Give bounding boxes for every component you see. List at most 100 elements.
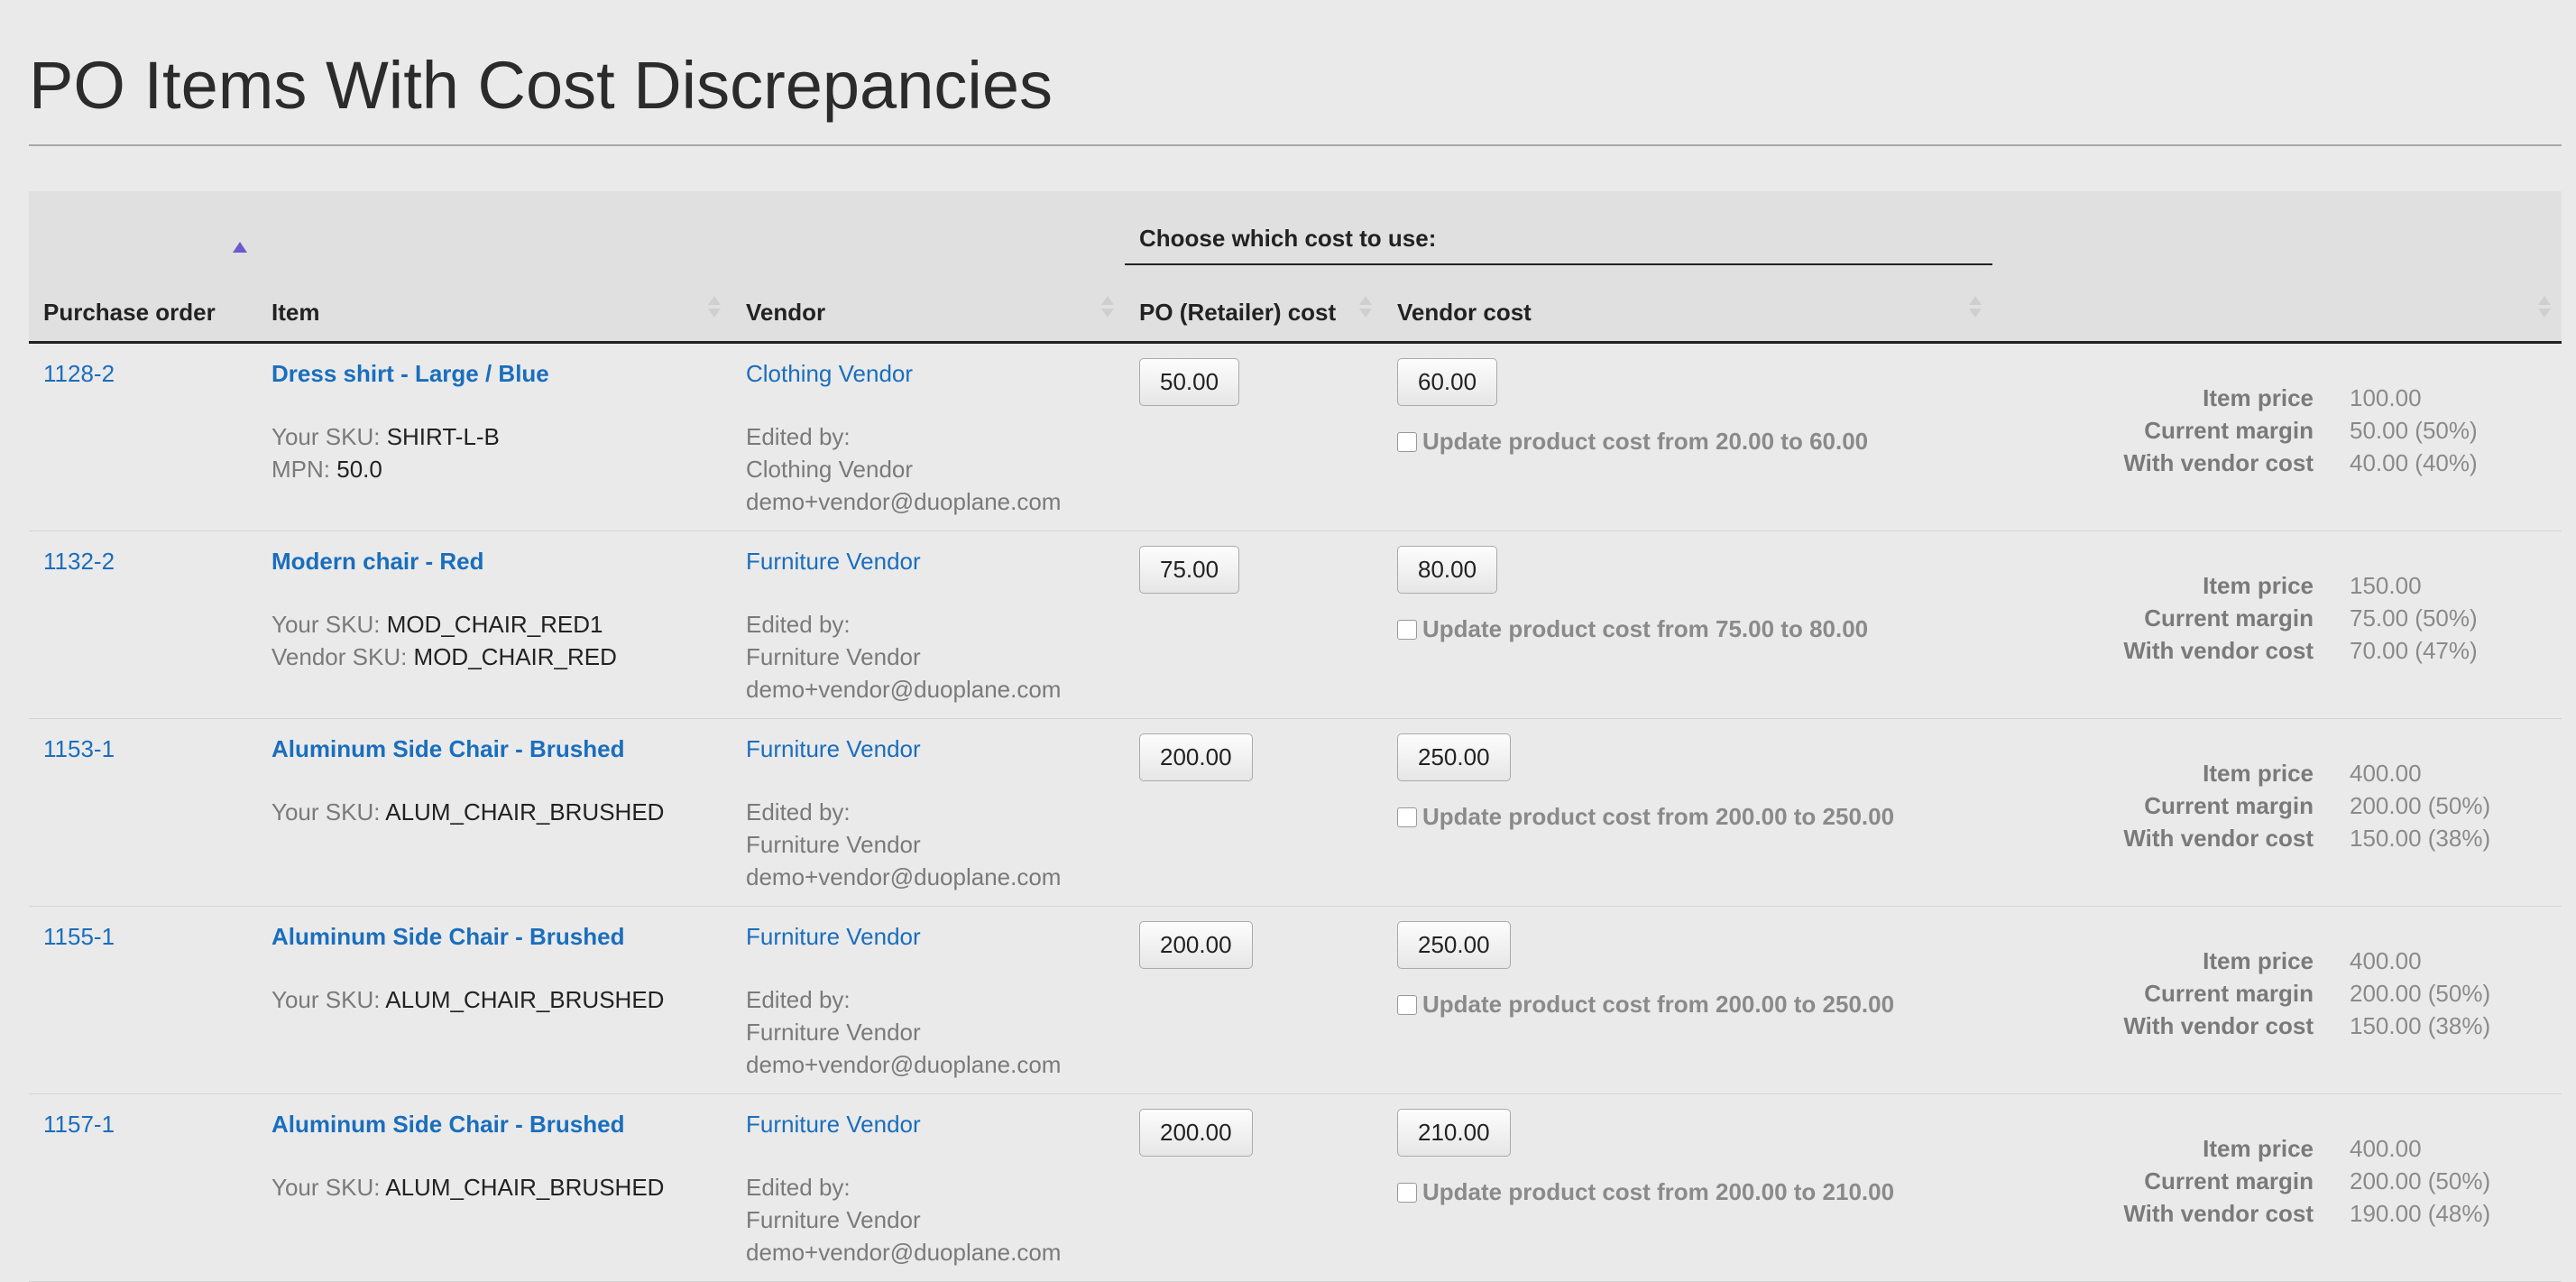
vendor-link[interactable]: Clothing Vendor [746, 360, 913, 387]
edited-by-email: demo+vendor@duoplane.com [746, 676, 1062, 703]
po-cell: 1155-1 [29, 906, 257, 1094]
current-margin-label: Current margin [2144, 417, 2314, 444]
your-sku-line: Your SKU: ALUM_CHAIR_BRUSHED [271, 1171, 717, 1204]
current-margin-label: Current margin [2144, 792, 2314, 819]
po-cell: 1153-1 [29, 718, 257, 907]
vendor-cell: Furniture Vendor Edited by: Furniture Ve… [731, 906, 1125, 1094]
item-link[interactable]: Aluminum Side Chair - Brushed [271, 923, 625, 950]
edited-by-label: Edited by: [746, 611, 851, 638]
po-link[interactable]: 1153-1 [43, 735, 115, 762]
po-link[interactable]: 1128-2 [43, 360, 115, 387]
vendor-cost-button[interactable]: 210.00 [1397, 1109, 1511, 1157]
item-price-value: 400.00 [2350, 947, 2422, 974]
summary-cell: Item price 100.00 Current margin 50.00 (… [1992, 342, 2562, 531]
extra-value: 50.0 [336, 456, 382, 483]
sort-icon [1101, 296, 1114, 321]
with-vendor-cost-value: 190.00 (48%) [2350, 1200, 2491, 1227]
po-cost-button[interactable]: 200.00 [1139, 733, 1253, 781]
update-cost-checkbox[interactable] [1397, 619, 1417, 640]
with-vendor-cost-value: 70.00 (47%) [2350, 637, 2478, 664]
item-link[interactable]: Aluminum Side Chair - Brushed [271, 735, 625, 762]
choose-cost-header: Choose which cost to use: [1125, 191, 1992, 265]
your-sku-label: Your SKU: [271, 986, 381, 1013]
item-meta: Your SKU: MOD_CHAIR_RED1 Vendor SKU: MOD… [271, 608, 717, 673]
sort-icon [2538, 296, 2551, 321]
your-sku-line: Your SKU: SHIRT-L-B [271, 420, 717, 453]
update-cost-checkbox[interactable] [1397, 994, 1417, 1015]
col-vendor-cost[interactable]: Vendor cost [1383, 264, 1992, 344]
po-cost-button[interactable]: 200.00 [1139, 1109, 1253, 1157]
update-cost-checkbox[interactable] [1397, 1182, 1417, 1203]
update-cost-option[interactable]: Update product cost from 20.00 to 60.00 [1397, 428, 1978, 456]
edited-by-email: demo+vendor@duoplane.com [746, 863, 1062, 890]
header-columns-row: Purchase order Item Vendor PO (Retailer)… [29, 264, 2562, 344]
po-cost-button[interactable]: 50.00 [1139, 358, 1240, 406]
update-cost-label: Update product cost from 20.00 to 60.00 [1422, 428, 1869, 455]
po-cell: 1157-1 [29, 1093, 257, 1282]
vendor-link[interactable]: Furniture Vendor [746, 548, 921, 575]
vendor-link[interactable]: Furniture Vendor [746, 923, 921, 950]
edited-by: Edited by: Clothing Vendor demo+vendor@d… [746, 420, 1110, 518]
vendor-link[interactable]: Furniture Vendor [746, 1111, 921, 1138]
item-price-label: Item price [2203, 572, 2314, 599]
po-link[interactable]: 1132-2 [43, 548, 115, 575]
po-link[interactable]: 1155-1 [43, 923, 115, 950]
update-cost-label: Update product cost from 200.00 to 250.0… [1422, 803, 1895, 830]
update-cost-checkbox[interactable] [1397, 431, 1417, 452]
update-cost-label: Update product cost from 200.00 to 210.0… [1422, 1178, 1895, 1205]
item-link[interactable]: Dress shirt - Large / Blue [271, 360, 549, 387]
col-vendor-cost-label: Vendor cost [1397, 299, 1532, 326]
your-sku-line: Your SKU: MOD_CHAIR_RED1 [271, 608, 717, 641]
your-sku-value: ALUM_CHAIR_BRUSHED [385, 1174, 665, 1201]
with-vendor-cost-label: With vendor cost [2123, 637, 2314, 664]
item-price-value: 400.00 [2350, 1135, 2422, 1162]
current-margin-value: 75.00 (50%) [2350, 604, 2478, 632]
vendor-cell: Furniture Vendor Edited by: Furniture Ve… [731, 718, 1125, 907]
your-sku-label: Your SKU: [271, 611, 381, 638]
edited-by-email: demo+vendor@duoplane.com [746, 1239, 1062, 1266]
extra-line: Vendor SKU: MOD_CHAIR_RED [271, 641, 717, 673]
po-cost-button[interactable]: 200.00 [1139, 921, 1253, 969]
col-po-cost[interactable]: PO (Retailer) cost [1125, 264, 1383, 344]
vendor-cost-button[interactable]: 250.00 [1397, 733, 1511, 781]
item-link[interactable]: Modern chair - Red [271, 548, 483, 575]
price-summary: Item price 400.00 Current margin 200.00 … [2007, 945, 2547, 1042]
item-meta: Your SKU: ALUM_CHAIR_BRUSHED [271, 1171, 717, 1204]
edited-by: Edited by: Furniture Vendor demo+vendor@… [746, 1171, 1110, 1268]
vendor-cost-button[interactable]: 80.00 [1397, 546, 1498, 594]
price-summary: Item price 400.00 Current margin 200.00 … [2007, 757, 2547, 854]
update-cost-option[interactable]: Update product cost from 200.00 to 250.0… [1397, 991, 1978, 1019]
update-cost-option[interactable]: Update product cost from 75.00 to 80.00 [1397, 615, 1978, 643]
header-spacer [257, 191, 731, 264]
your-sku-value: SHIRT-L-B [386, 423, 500, 450]
item-link[interactable]: Aluminum Side Chair - Brushed [271, 1111, 625, 1138]
edited-by-name: Furniture Vendor [746, 1019, 921, 1046]
col-item[interactable]: Item [257, 264, 731, 344]
col-vendor[interactable]: Vendor [731, 264, 1125, 344]
po-cost-cell: 200.00 [1125, 718, 1383, 907]
item-cell: Aluminum Side Chair - Brushed Your SKU: … [257, 906, 731, 1094]
update-cost-option[interactable]: Update product cost from 200.00 to 210.0… [1397, 1178, 1978, 1206]
update-cost-option[interactable]: Update product cost from 200.00 to 250.0… [1397, 803, 1978, 831]
edited-by-name: Clothing Vendor [746, 456, 914, 483]
po-cost-button[interactable]: 75.00 [1139, 546, 1240, 594]
update-cost-checkbox[interactable] [1397, 807, 1417, 827]
col-summary[interactable] [1992, 264, 2562, 344]
with-vendor-cost-label: With vendor cost [2123, 449, 2314, 476]
vendor-cost-cell: 250.00 Update product cost from 200.00 t… [1383, 718, 1992, 907]
extra-label: MPN: [271, 456, 330, 483]
vendor-cost-button[interactable]: 250.00 [1397, 921, 1511, 969]
item-meta: Your SKU: ALUM_CHAIR_BRUSHED [271, 983, 717, 1016]
table-row: 1157-1 Aluminum Side Chair - Brushed You… [29, 1093, 2562, 1282]
table-row: 1155-1 Aluminum Side Chair - Brushed You… [29, 906, 2562, 1094]
page-title: PO Items With Cost Discrepancies [29, 0, 2562, 146]
edited-by-name: Furniture Vendor [746, 831, 921, 858]
po-link[interactable]: 1157-1 [43, 1111, 115, 1138]
item-price-value: 150.00 [2350, 572, 2422, 599]
vendor-cost-button[interactable]: 60.00 [1397, 358, 1498, 406]
your-sku-line: Your SKU: ALUM_CHAIR_BRUSHED [271, 796, 717, 828]
col-purchase-order[interactable]: Purchase order [29, 264, 257, 344]
sort-icon [1969, 296, 1982, 321]
vendor-link[interactable]: Furniture Vendor [746, 735, 921, 762]
current-margin-label: Current margin [2144, 604, 2314, 632]
